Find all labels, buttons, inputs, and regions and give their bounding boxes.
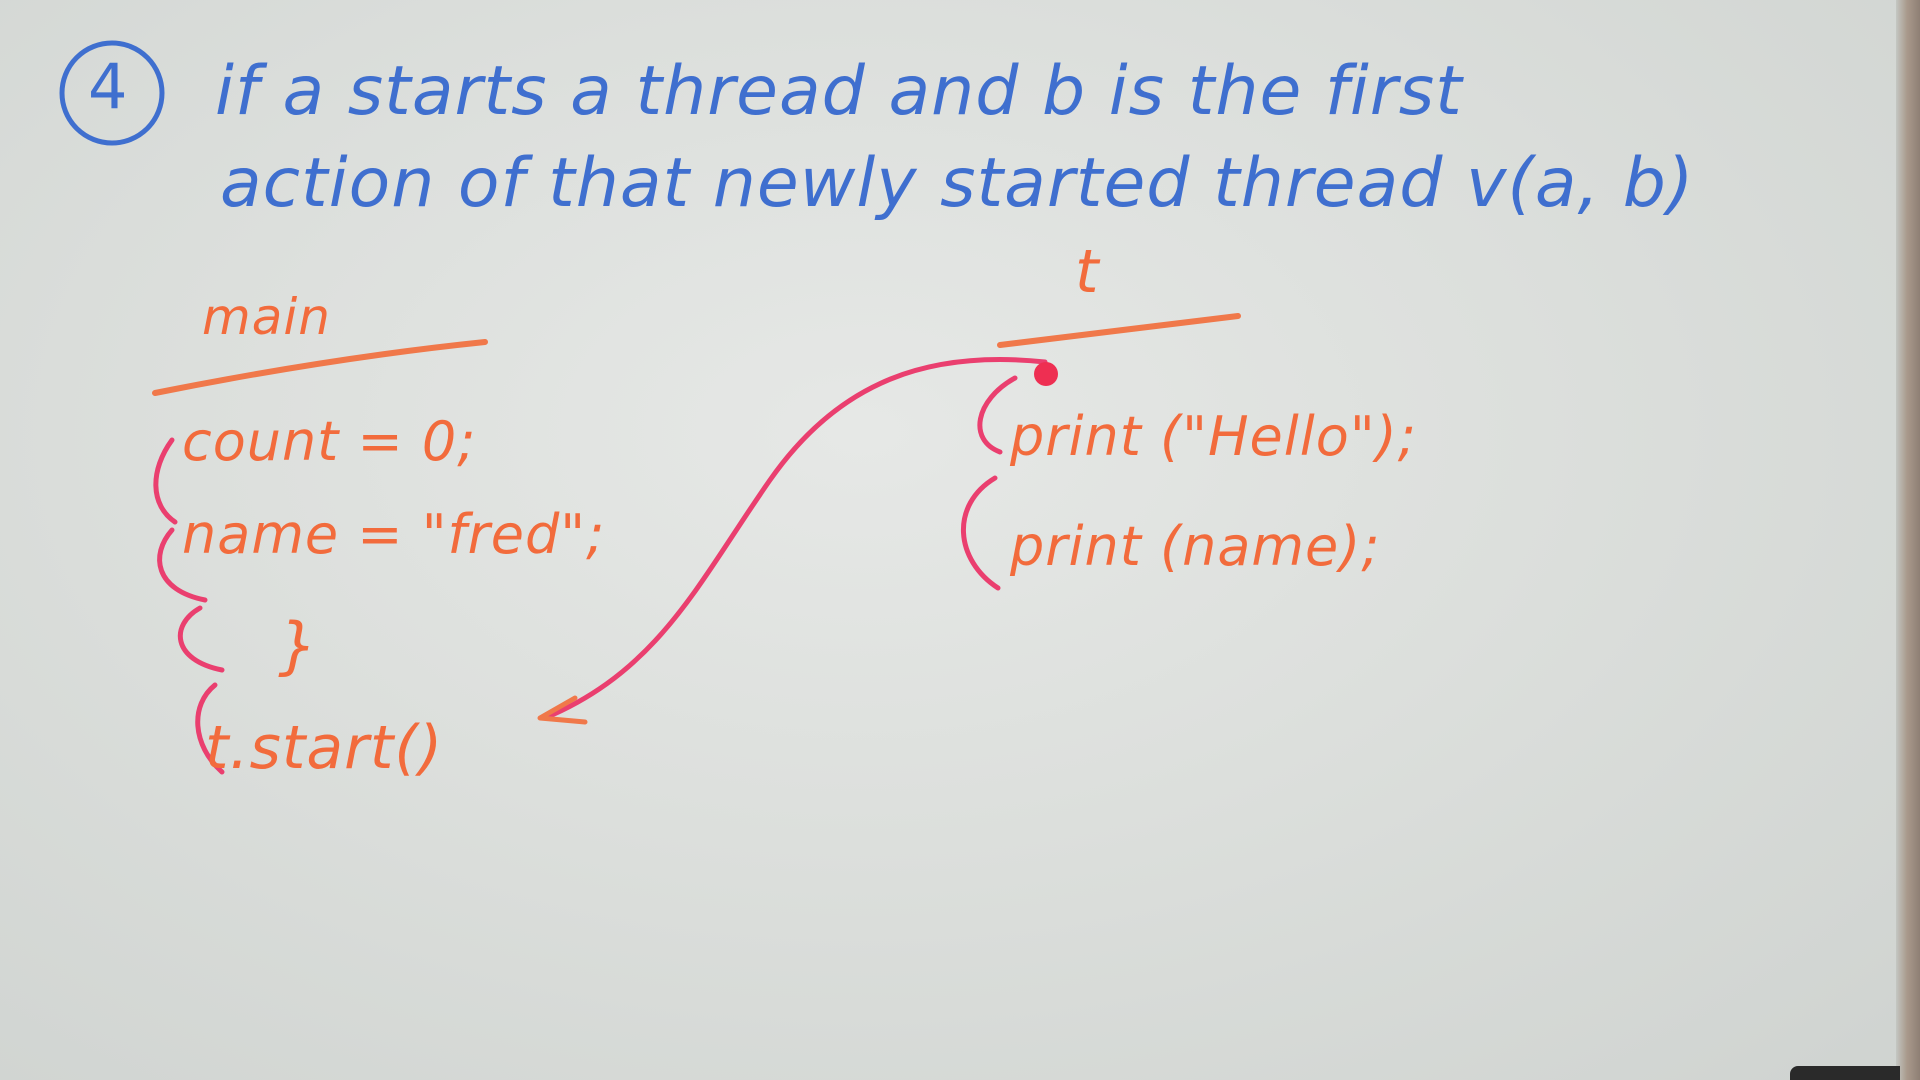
start-arrow bbox=[542, 357, 1048, 721]
heading-line-2: action of that newly started thread v(a,… bbox=[220, 144, 1695, 223]
main-statement-2: name = "fred"; bbox=[182, 503, 606, 566]
main-statement-4: t.start() bbox=[205, 713, 444, 783]
whiteboard: 4 if a starts a thread and b is the firs… bbox=[0, 0, 1920, 1080]
heading-number: 4 bbox=[88, 50, 129, 123]
marker-tray-object bbox=[1790, 1066, 1900, 1080]
board-frame-edge bbox=[1896, 0, 1920, 1080]
main-statement-3: } bbox=[278, 609, 319, 682]
main-underline bbox=[152, 339, 488, 396]
main-statement-1: count = 0; bbox=[182, 410, 477, 473]
t-statement-2: print (name); bbox=[1010, 515, 1381, 578]
main-thread-label: main bbox=[202, 288, 331, 346]
heading-line-1: if a starts a thread and b is the first bbox=[215, 52, 1463, 131]
start-arrow-dot bbox=[1034, 362, 1058, 386]
main-order-arrow-1 bbox=[153, 437, 178, 525]
t-order-arrow-2 bbox=[960, 475, 1001, 591]
t-thread-label: t bbox=[1075, 237, 1100, 307]
t-underline bbox=[997, 313, 1241, 348]
t-statement-1: print ("Hello"); bbox=[1010, 405, 1417, 468]
main-order-arrow-3 bbox=[177, 605, 225, 673]
